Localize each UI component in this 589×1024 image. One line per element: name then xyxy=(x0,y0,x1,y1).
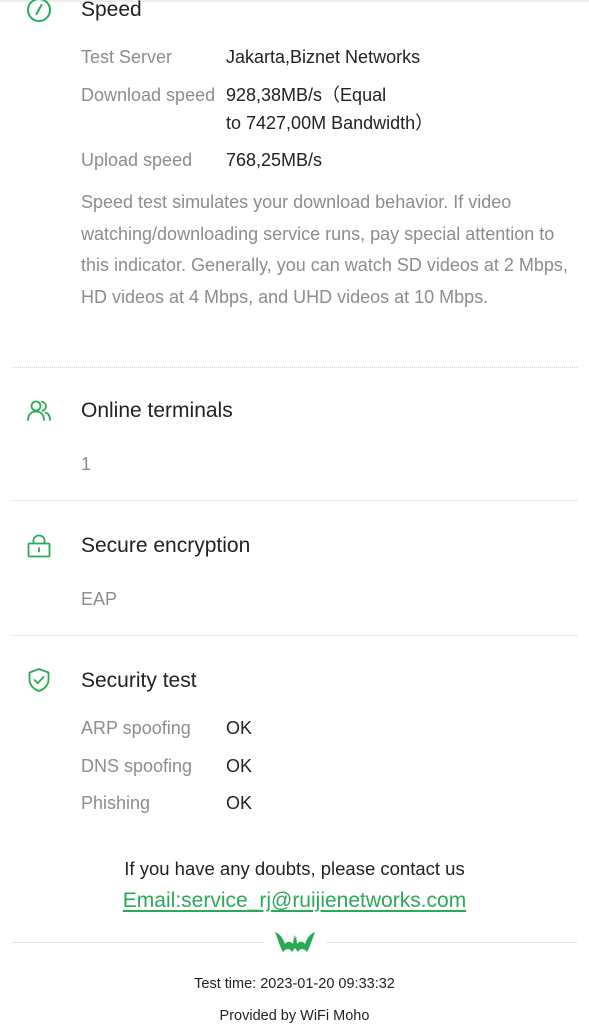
provided-by: Provided by WiFi Moho xyxy=(219,1008,370,1024)
lock-icon xyxy=(25,532,53,560)
online-terminals-value: 1 xyxy=(81,454,92,474)
upload-speed-value: 768,25MB/s xyxy=(226,150,323,170)
security-test-title: Security test xyxy=(81,669,197,692)
test-server-value: Jakarta,Biznet Networks xyxy=(226,47,421,67)
phishing-label: Phishing xyxy=(81,793,151,813)
email-link[interactable]: Email:service_rj@ruijienetworks.com xyxy=(123,889,466,912)
bat-logo-icon xyxy=(274,928,316,954)
secure-encryption-value: EAP xyxy=(81,589,118,609)
contact-email: Email:service_rj@ruijienetworks.com xyxy=(0,887,589,915)
secure-encryption-title: Secure encryption xyxy=(81,534,251,557)
speed-description: Speed test simulates your download behav… xyxy=(81,192,568,307)
contact-prompt: If you have any doubts, please contact u… xyxy=(124,858,465,879)
footer-divider-right xyxy=(326,942,577,943)
download-speed-label: Download speed xyxy=(81,85,216,105)
speed-title: Speed xyxy=(81,0,142,21)
phishing-value: OK xyxy=(226,793,253,813)
arp-spoofing-label: ARP spoofing xyxy=(81,718,191,738)
section-divider xyxy=(12,500,577,501)
dns-spoofing-value: OK xyxy=(226,756,253,776)
speedometer-icon xyxy=(25,0,53,24)
footer-divider-left xyxy=(12,942,264,943)
test-time: Test time: 2023-01-20 09:33:32 xyxy=(194,976,395,992)
upload-speed-label: Upload speed xyxy=(81,150,193,170)
test-server-label: Test Server xyxy=(81,47,173,67)
dns-spoofing-label: DNS spoofing xyxy=(81,756,193,776)
shield-check-icon xyxy=(25,666,53,694)
users-icon xyxy=(25,397,53,425)
online-terminals-title: Online terminals xyxy=(81,399,233,422)
download-speed-value-line1: 928,38MB/s（Equal xyxy=(226,85,387,105)
section-divider xyxy=(12,367,577,368)
wifi-test-report: Speed Test Server Jakarta,Biznet Network… xyxy=(0,0,589,1024)
section-divider xyxy=(12,635,577,636)
arp-spoofing-value: OK xyxy=(226,718,253,738)
download-speed-value-line2: to 7427,00M Bandwidth） xyxy=(226,113,434,133)
